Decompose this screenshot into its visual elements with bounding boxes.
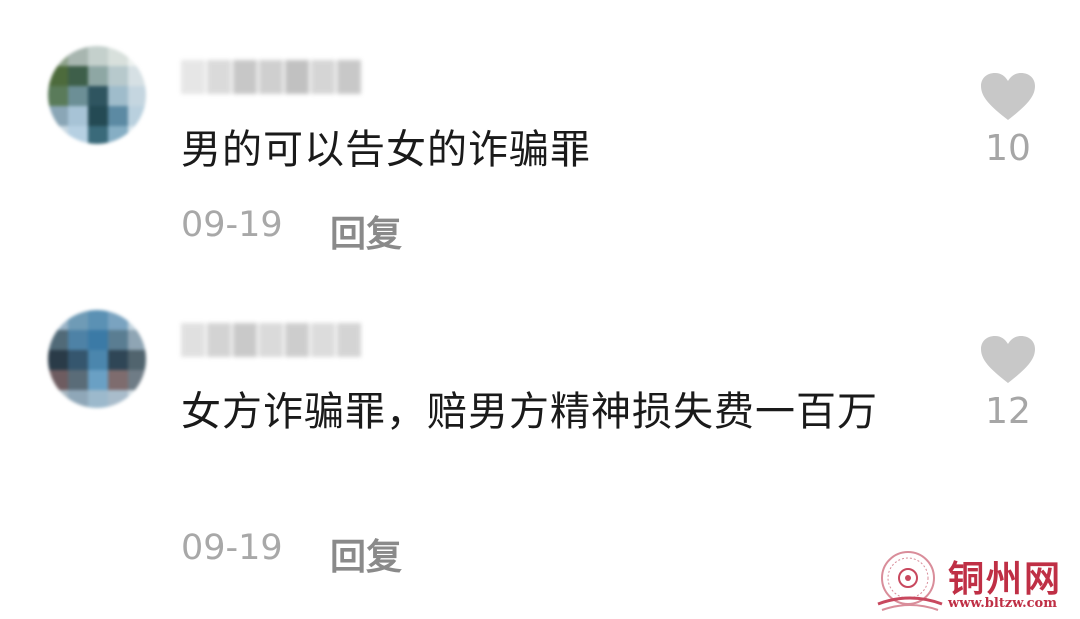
watermark-seal-icon <box>877 551 943 611</box>
watermark-url: www.bltzw.com <box>948 596 1057 611</box>
comment-date: 09-19 <box>181 528 283 568</box>
watermark-title: 铜州网 <box>948 558 1063 600</box>
like-button[interactable]: 12 <box>975 335 1041 432</box>
comment-item: 女方诈骗罪，赔男方精神损失费一百万 09-19 回复 12 <box>0 0 1080 619</box>
comment-list: 男的可以告女的诈骗罪 09-19 回复 10 女方诈骗罪，赔男方精神损失费一百万… <box>0 0 1080 619</box>
avatar[interactable] <box>48 310 146 408</box>
heart-icon <box>981 336 1035 383</box>
username-blurred[interactable] <box>181 323 361 357</box>
reply-button[interactable]: 回复 <box>330 528 402 580</box>
site-watermark: 铜州网 www.bltzw.com <box>876 548 1076 614</box>
comment-text: 女方诈骗罪，赔男方精神损失费一百万 <box>181 389 878 435</box>
like-count: 12 <box>985 391 1031 432</box>
